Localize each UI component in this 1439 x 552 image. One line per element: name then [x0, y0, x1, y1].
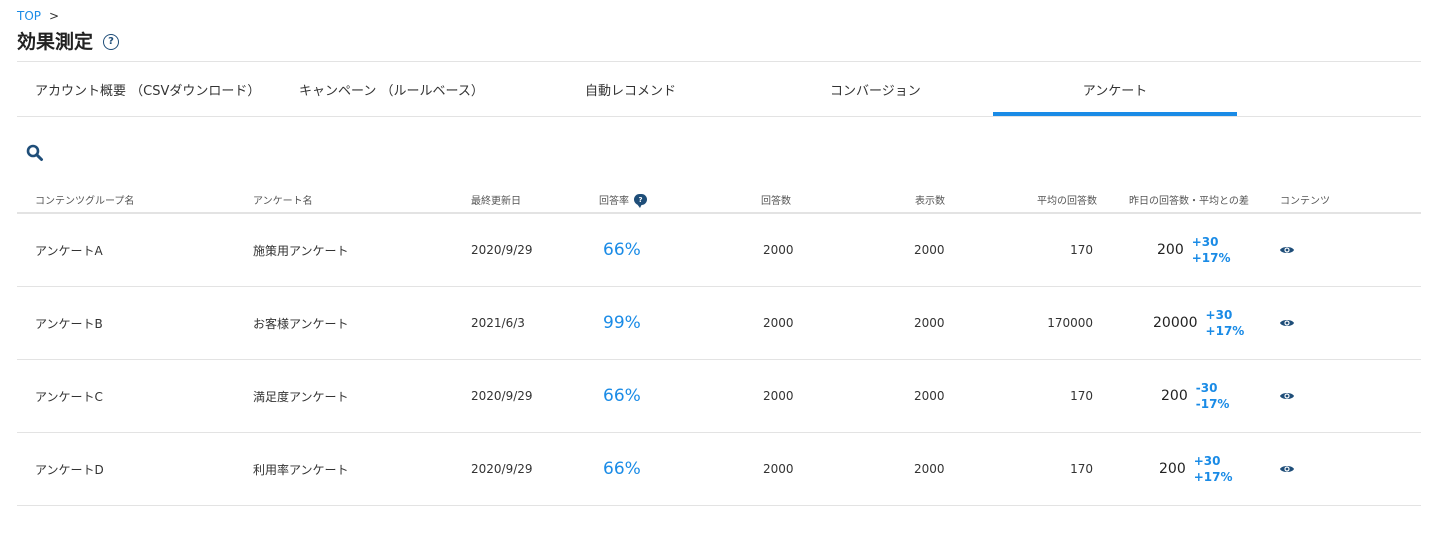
header-rate: 回答率 ? [599, 192, 647, 208]
cell-answers: 2000 [763, 316, 794, 330]
tab-survey[interactable]: アンケート [993, 62, 1237, 116]
tab-label: コンバージョン [830, 83, 921, 99]
cell-survey: 利用率アンケート [253, 462, 349, 477]
cell-contents [1279, 360, 1295, 432]
page-title: 効果測定 [17, 31, 94, 53]
cell-updated: 2020/9/29 [471, 462, 533, 476]
eye-icon[interactable] [1279, 463, 1295, 475]
diff-count: +30 [1191, 235, 1219, 249]
header-survey: アンケート名 [253, 196, 313, 207]
table-row: アンケートB お客様アンケート 2021/6/3 99% 2000 2000 1… [17, 287, 1421, 360]
tab-label: キャンペーン （ルールベース） [299, 83, 484, 99]
header-contents: コンテンツ [1280, 196, 1330, 207]
tab-auto-recommend[interactable]: 自動レコメンド [585, 62, 676, 116]
breadcrumb-top-link[interactable]: TOP [17, 8, 41, 24]
search-icon[interactable] [26, 144, 44, 162]
yesterday-count: 200 [1157, 242, 1184, 258]
cell-group: アンケートD [35, 462, 104, 477]
yesterday-count: 20000 [1153, 315, 1198, 331]
diff-percent: +17% [1193, 470, 1233, 484]
tab-account-overview[interactable]: アカウント概要 （CSVダウンロード） [35, 62, 260, 116]
diff-count: -30 [1195, 381, 1218, 395]
cell-survey: お客様アンケート [253, 316, 349, 331]
diff-count: +30 [1193, 454, 1221, 468]
cell-avg: 170 [1070, 243, 1093, 257]
cell-group: アンケートA [35, 243, 103, 258]
header-views: 表示数 [915, 196, 945, 207]
header-updated: 最終更新日 [471, 196, 521, 207]
help-bubble-icon[interactable]: ? [634, 194, 647, 208]
cell-group: アンケートC [35, 389, 103, 404]
header-avg: 平均の回答数 [1037, 196, 1097, 207]
table-row: アンケートA 施策用アンケート 2020/9/29 66% 2000 2000 … [17, 214, 1421, 287]
cell-answers: 2000 [763, 462, 794, 476]
cell-views: 2000 [914, 389, 945, 403]
cell-updated: 2020/9/29 [471, 243, 533, 257]
cell-yesterday: 20000 +30 +17% [1153, 287, 1244, 359]
header-yesterday: 昨日の回答数・平均との差 [1129, 196, 1249, 207]
cell-rate: 66% [603, 386, 641, 406]
cell-survey: 満足度アンケート [253, 389, 349, 404]
cell-yesterday: 200 -30 -17% [1161, 360, 1229, 432]
tab-conversion[interactable]: コンバージョン [830, 62, 921, 116]
diff-count: +30 [1205, 308, 1233, 322]
cell-rate: 66% [603, 459, 641, 479]
cell-contents [1279, 214, 1295, 286]
cell-rate: 99% [603, 313, 641, 333]
cell-survey: 施策用アンケート [253, 243, 349, 258]
table-header: コンテンツグループ名 アンケート名 最終更新日 回答率 ? 回答数 表示数 平均… [17, 188, 1421, 214]
cell-updated: 2020/9/29 [471, 389, 533, 403]
yesterday-count: 200 [1159, 461, 1186, 477]
yesterday-count: 200 [1161, 388, 1188, 404]
cell-views: 2000 [914, 316, 945, 330]
cell-answers: 2000 [763, 243, 794, 257]
title-row: 効果測定 ? [17, 29, 120, 55]
eye-icon[interactable] [1279, 244, 1295, 256]
cell-updated: 2021/6/3 [471, 316, 525, 330]
cell-group: アンケートB [35, 316, 103, 331]
cell-contents [1279, 433, 1295, 505]
header-group: コンテンツグループ名 [35, 196, 135, 207]
tab-label: アカウント概要 （CSVダウンロード） [35, 83, 261, 99]
active-tab-indicator [993, 112, 1237, 116]
cell-avg: 170000 [1047, 316, 1093, 330]
table-row: アンケートC 満足度アンケート 2020/9/29 66% 2000 2000 … [17, 360, 1421, 433]
tab-label: アンケート [1082, 83, 1148, 99]
diff-values: +30 +17% [1192, 234, 1231, 266]
header-rate-label: 回答率 [599, 196, 629, 207]
diff-values: +30 +17% [1194, 453, 1233, 485]
cell-contents [1279, 287, 1295, 359]
cell-yesterday: 200 +30 +17% [1157, 214, 1231, 286]
tab-label: 自動レコメンド [585, 83, 677, 99]
cell-answers: 2000 [763, 389, 794, 403]
cell-yesterday: 200 +30 +17% [1159, 433, 1233, 505]
diff-percent: -17% [1195, 397, 1230, 411]
help-circle-icon[interactable]: ? [103, 34, 120, 50]
diff-percent: +17% [1191, 251, 1231, 265]
breadcrumb-separator: > [49, 9, 60, 23]
cell-views: 2000 [914, 462, 945, 476]
cell-views: 2000 [914, 243, 945, 257]
diff-values: -30 -17% [1196, 380, 1230, 412]
cell-avg: 170 [1070, 462, 1093, 476]
cell-rate: 66% [603, 240, 641, 260]
table-row: アンケートD 利用率アンケート 2020/9/29 66% 2000 2000 … [17, 433, 1421, 506]
diff-percent: +17% [1205, 324, 1245, 338]
header-answers: 回答数 [761, 196, 791, 207]
diff-values: +30 +17% [1206, 307, 1245, 339]
eye-icon[interactable] [1279, 390, 1295, 402]
tab-bar: アカウント概要 （CSVダウンロード） キャンペーン （ルールベース） 自動レコ… [17, 61, 1421, 117]
breadcrumb: TOP > [17, 8, 59, 24]
cell-avg: 170 [1070, 389, 1093, 403]
tab-campaign[interactable]: キャンペーン （ルールベース） [299, 62, 484, 116]
survey-table: コンテンツグループ名 アンケート名 最終更新日 回答率 ? 回答数 表示数 平均… [17, 188, 1421, 506]
eye-icon[interactable] [1279, 317, 1295, 329]
